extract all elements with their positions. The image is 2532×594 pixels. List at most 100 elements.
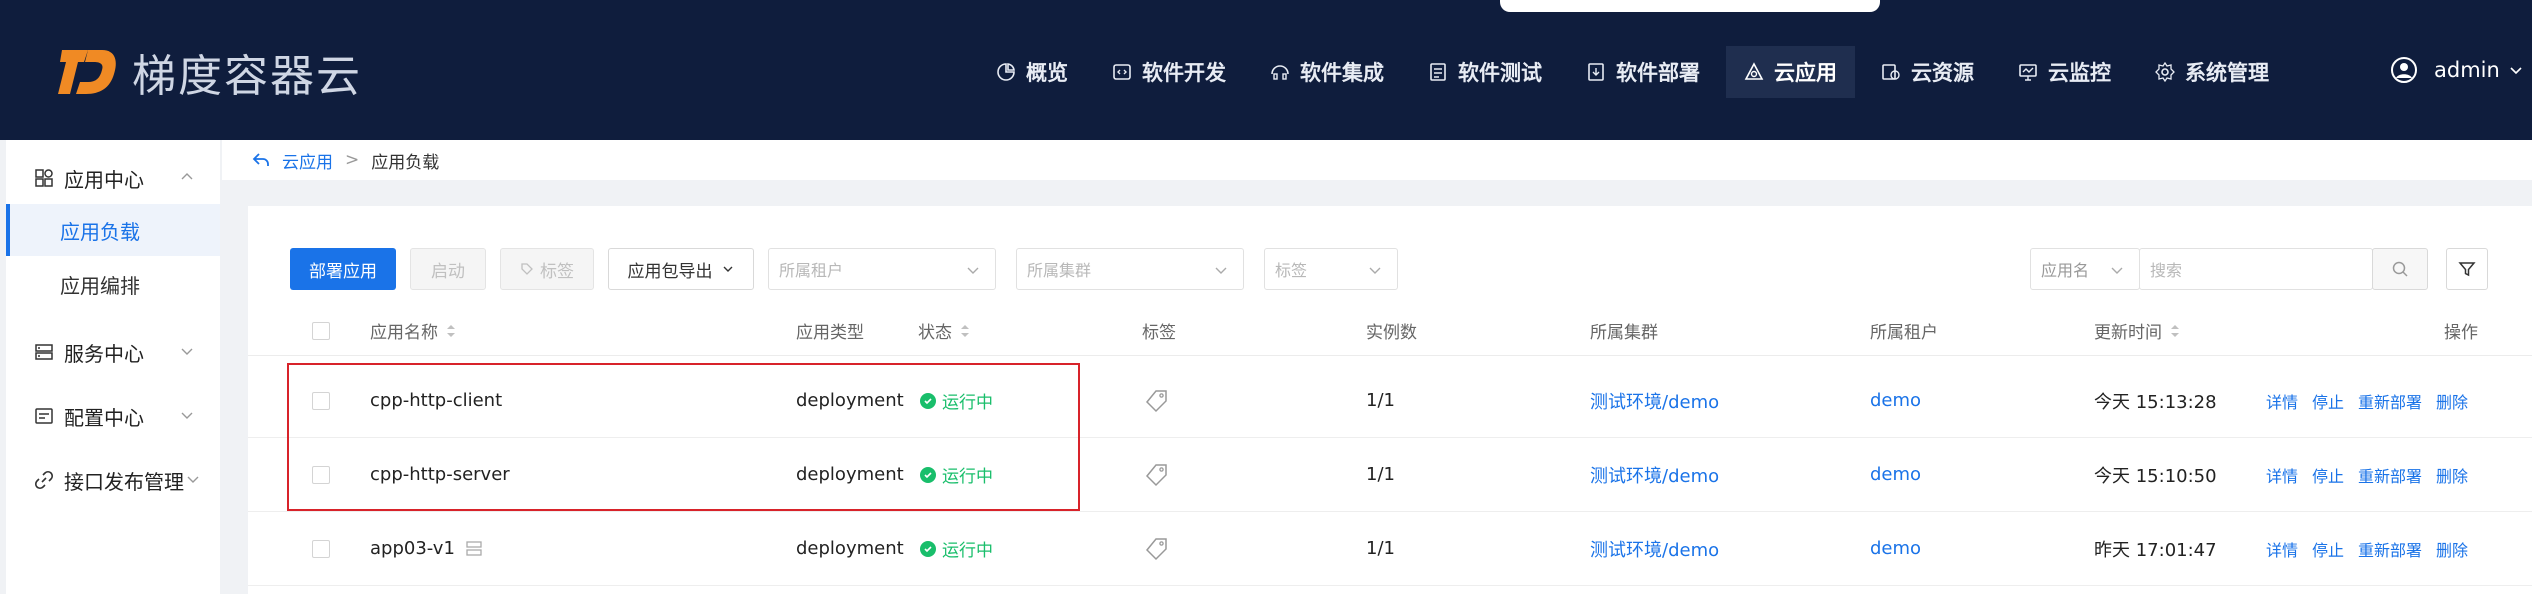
tag-icon: [521, 263, 533, 275]
test-icon: [1430, 63, 1446, 81]
table-row: app03-v1 deployment 运行中 1/1 测试环境/demo de…: [248, 512, 2532, 586]
tag-button-label: 标签: [540, 261, 574, 282]
search-field-select[interactable]: 应用名: [2030, 248, 2140, 290]
status-text: 运行中: [942, 541, 993, 561]
nav-software-integration[interactable]: 软件集成: [1252, 46, 1402, 98]
tenant-link[interactable]: demo: [1870, 438, 1921, 511]
redeploy-link[interactable]: 重新部署: [2358, 389, 2422, 413]
nav-cloud-resource-label: 云资源: [1911, 61, 1974, 85]
col-tenant: 所属租户: [1870, 323, 1938, 343]
detail-link[interactable]: 详情: [2266, 389, 2298, 413]
sidebar: 应用中心 应用负载 应用编排 服务中心 配置中心 接口发布管理: [6, 140, 220, 594]
integration-icon: [1271, 65, 1289, 80]
breadcrumb-separator: >: [345, 150, 360, 170]
export-package-label: 应用包导出: [627, 261, 713, 282]
filter-button[interactable]: [2446, 248, 2488, 290]
link-icon: [34, 470, 54, 490]
tenant-select[interactable]: 所属租户: [768, 248, 996, 290]
tag-edit-icon[interactable]: [1144, 438, 1170, 511]
nav-software-test[interactable]: 软件测试: [1410, 46, 1560, 98]
cluster-link[interactable]: 测试环境/demo: [1590, 364, 1719, 437]
nav-cloud-monitor[interactable]: 云监控: [2000, 46, 2129, 98]
delete-link[interactable]: 删除: [2436, 389, 2468, 413]
main-nav: 概览 软件开发 软件集成 软件测试 软件部署 云应用 云资源 云监控 系统管理: [978, 46, 2295, 98]
cluster-link[interactable]: 测试环境/demo: [1590, 438, 1719, 511]
config-icon: [35, 408, 53, 424]
delete-link[interactable]: 删除: [2436, 537, 2468, 561]
deploy-app-button[interactable]: 部署应用: [290, 248, 396, 290]
col-updated[interactable]: 更新时间: [2094, 306, 2180, 355]
start-button[interactable]: 启动: [410, 248, 486, 290]
nav-software-dev[interactable]: 软件开发: [1094, 46, 1244, 98]
chevron-down-icon: [2510, 67, 2522, 75]
redeploy-link[interactable]: 重新部署: [2358, 463, 2422, 487]
cluster-link[interactable]: 测试环境/demo: [1590, 512, 1719, 585]
col-status-label: 状态: [918, 323, 952, 343]
nav-overview-label: 概览: [1026, 61, 1068, 85]
tag-button[interactable]: 标签: [500, 248, 594, 290]
deploy-icon: [1588, 63, 1604, 81]
stop-link[interactable]: 停止: [2312, 463, 2344, 487]
sidebar-item-app-orchestration[interactable]: 应用编排: [6, 258, 220, 310]
nav-software-dev-label: 软件开发: [1142, 61, 1226, 85]
sidebar-item-app-workload-label: 应用负载: [60, 219, 140, 244]
code-icon: [1113, 64, 1131, 80]
back-arrow-icon[interactable]: [252, 151, 270, 169]
redeploy-link[interactable]: 重新部署: [2358, 537, 2422, 561]
col-name[interactable]: 应用名称: [370, 306, 456, 355]
breadcrumb-current: 应用负载: [371, 152, 440, 173]
search-button[interactable]: [2372, 248, 2428, 290]
user-menu[interactable]: admin: [2390, 56, 2524, 84]
nav-cloud-resource[interactable]: 云资源: [1863, 46, 1992, 98]
logo[interactable]: 梯度容器云: [58, 40, 362, 104]
col-actions: 操作: [2444, 323, 2478, 343]
tag-select[interactable]: 标签: [1264, 248, 1398, 290]
row-checkbox[interactable]: [312, 512, 330, 585]
tag-edit-icon[interactable]: [1144, 364, 1170, 437]
highlight-box: [287, 363, 1080, 511]
tenant-link[interactable]: demo: [1870, 364, 1921, 437]
nav-overview[interactable]: 概览: [978, 46, 1086, 98]
cluster-select[interactable]: 所属集群: [1016, 248, 1244, 290]
row-actions: 详情 停止 重新部署 删除: [2266, 512, 2482, 585]
logo-text: 梯度容器云: [132, 51, 362, 102]
updated-time: 今天 15:13:28: [2094, 391, 2217, 413]
header-notch: [1500, 0, 1880, 12]
export-package-button[interactable]: 应用包导出: [608, 248, 754, 290]
sidebar-group-config-center[interactable]: 配置中心: [6, 392, 220, 440]
stop-link[interactable]: 停止: [2312, 389, 2344, 413]
user-name: admin: [2434, 58, 2500, 82]
sidebar-item-app-workload[interactable]: 应用负载: [6, 204, 220, 256]
nav-software-deploy[interactable]: 软件部署: [1568, 46, 1718, 98]
tag-edit-icon[interactable]: [1144, 512, 1170, 585]
breadcrumb-parent[interactable]: 云应用: [282, 148, 333, 173]
sidebar-item-app-orchestration-label: 应用编排: [60, 273, 140, 298]
chevron-down-icon: [181, 412, 193, 419]
col-name-label: 应用名称: [370, 323, 438, 343]
nav-system-admin[interactable]: 系统管理: [2137, 46, 2287, 98]
detail-link[interactable]: 详情: [2266, 463, 2298, 487]
nav-system-admin-label: 系统管理: [2185, 61, 2269, 85]
sidebar-group-service-center[interactable]: 服务中心: [6, 328, 220, 376]
sidebar-group-api-publish[interactable]: 接口发布管理: [6, 456, 220, 504]
app-type: deployment: [796, 538, 904, 559]
instance-count: 1/1: [1366, 390, 1395, 411]
app-name-cell: app03-v1: [370, 512, 483, 585]
chevron-down-icon: [2111, 267, 2123, 274]
stop-link[interactable]: 停止: [2312, 537, 2344, 561]
app-name[interactable]: app03-v1: [370, 538, 455, 559]
sidebar-group-app-center[interactable]: 应用中心: [6, 154, 220, 202]
col-status[interactable]: 状态: [918, 306, 970, 355]
nav-software-test-label: 软件测试: [1458, 61, 1542, 85]
select-all-checkbox[interactable]: [312, 306, 330, 355]
tenant-link[interactable]: demo: [1870, 512, 1921, 585]
search-input[interactable]: 搜索: [2139, 248, 2373, 290]
delete-link[interactable]: 删除: [2436, 463, 2468, 487]
nav-cloud-app[interactable]: 云应用: [1726, 46, 1855, 98]
user-avatar-icon: [2391, 57, 2417, 83]
search-input-placeholder: 搜索: [2150, 261, 2183, 280]
detail-link[interactable]: 详情: [2266, 537, 2298, 561]
chevron-down-icon: [1215, 267, 1227, 274]
col-tag: 标签: [1142, 323, 1176, 343]
status-badge: 运行中: [920, 512, 993, 585]
